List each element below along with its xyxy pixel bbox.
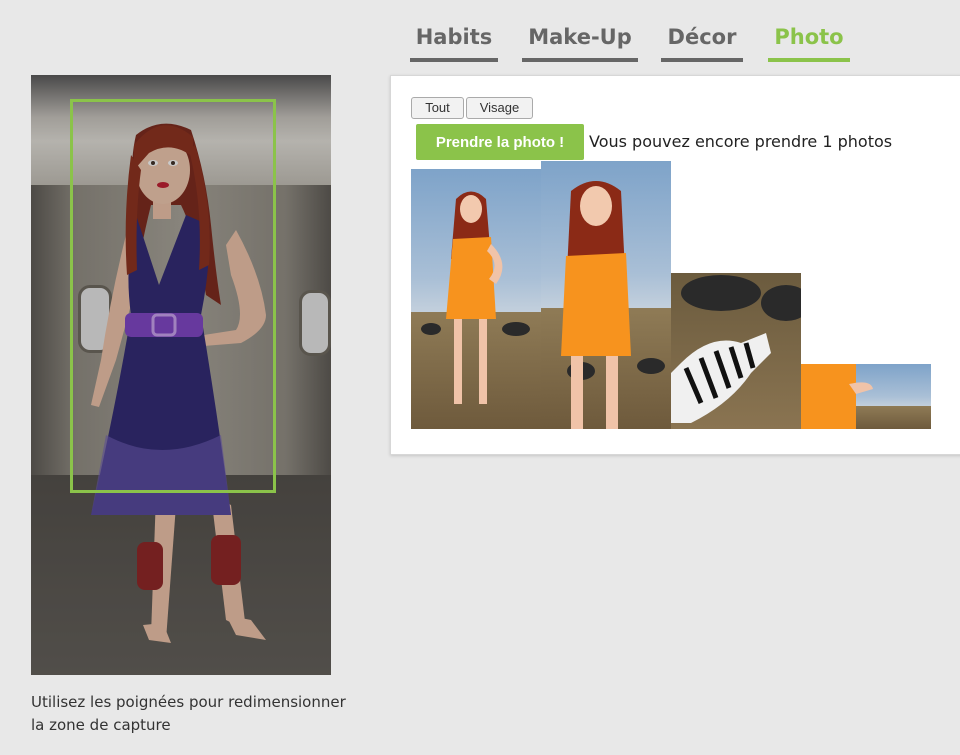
photo-thumbnail-2[interactable] xyxy=(541,161,671,429)
photo-thumbnail-1[interactable] xyxy=(411,169,541,429)
photo-panel: Tout Visage Prendre la photo ! Vous pouv… xyxy=(390,75,960,455)
tab-make-up[interactable]: Make-Up xyxy=(522,22,638,62)
capture-zone-handle[interactable] xyxy=(70,99,276,493)
thumb-zebra xyxy=(671,275,801,423)
tab-decor[interactable]: Décor xyxy=(661,22,743,62)
thumb-figure-close xyxy=(561,181,665,429)
avatar-stage xyxy=(31,75,331,675)
take-photo-button[interactable]: Prendre la photo ! xyxy=(416,124,584,160)
capture-helper-text: Utilisez les poignées pour redimensionne… xyxy=(31,693,346,734)
crop-all-button[interactable]: Tout xyxy=(411,97,464,119)
tab-photo[interactable]: Photo xyxy=(768,22,850,62)
crop-face-button[interactable]: Visage xyxy=(466,97,533,119)
photo-thumbnail-4[interactable] xyxy=(801,364,931,429)
photos-remaining-text: Vous pouvez encore prendre 1 photos xyxy=(589,132,893,151)
tab-habits[interactable]: Habits xyxy=(410,22,498,62)
thumb-dress-crop xyxy=(801,364,873,429)
thumb-figure-full xyxy=(421,191,530,404)
photo-thumbnail-3[interactable] xyxy=(671,273,801,429)
